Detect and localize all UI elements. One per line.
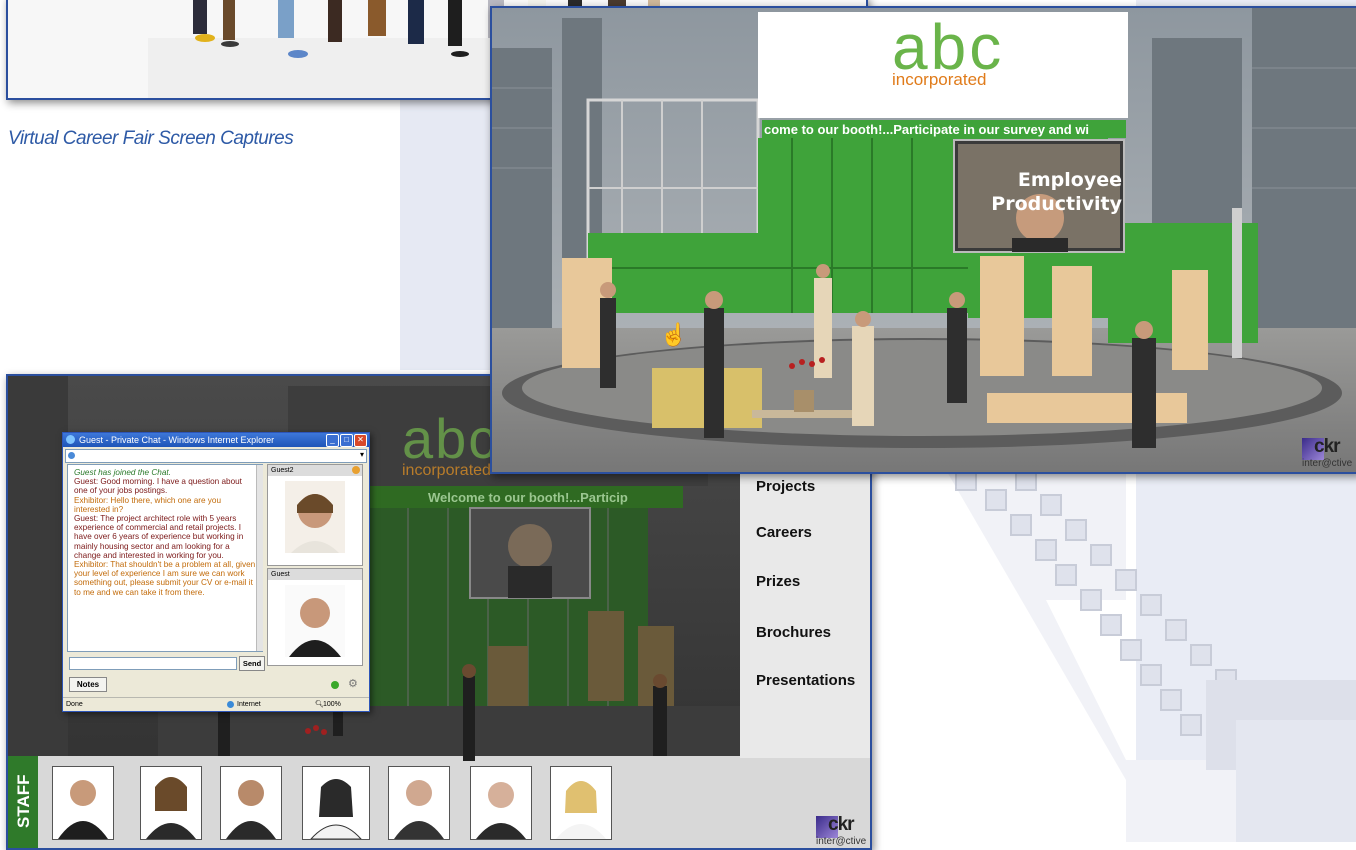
booth-screenshot: abc incorporated come to our booth!...Pa… <box>490 6 1356 474</box>
page-icon <box>68 452 75 459</box>
internet-zone-icon <box>227 701 234 708</box>
abc-logo-top: abc incorporated <box>892 11 1005 89</box>
address-dropdown-icon[interactable]: ▾ <box>360 450 364 459</box>
chat-titlebar[interactable]: Guest - Private Chat - Windows Internet … <box>63 433 369 447</box>
nav-careers[interactable]: Careers <box>756 524 812 541</box>
ticker-bottom: Welcome to our booth!...Particip <box>428 490 628 505</box>
notes-button[interactable]: Notes <box>69 677 107 692</box>
chat-title: Guest - Private Chat - Windows Internet … <box>79 435 275 445</box>
page-caption: Virtual Career Fair Screen Captures <box>8 128 294 149</box>
maximize-button[interactable]: □ <box>340 434 353 447</box>
booth-nav-panel: Projects Careers Prizes Brochures Presen… <box>740 468 870 758</box>
zoom-level[interactable]: 100% <box>323 698 341 711</box>
chat-scrollbar[interactable] <box>256 465 263 651</box>
hand-cursor-icon: ☝ <box>660 322 688 347</box>
nav-prizes[interactable]: Prizes <box>756 573 800 590</box>
screen-title-line-2: Productivity <box>991 193 1122 215</box>
ckr-logo-top: ckr inter@ctive <box>1302 436 1353 469</box>
abc-logo-bottom: abc incorporated <box>402 407 499 480</box>
ie-icon <box>66 435 75 444</box>
ckr-logo-bottom: ckr inter@ctive <box>816 814 867 847</box>
chat-message: Guest: The project architect role with 5… <box>74 514 244 560</box>
staff-photo-1[interactable] <box>52 766 114 840</box>
staff-label: STAFF <box>14 774 33 828</box>
staff-photo-2[interactable] <box>140 766 202 840</box>
online-status-icon <box>331 681 339 689</box>
address-bar[interactable]: ▾ <box>65 449 367 463</box>
participant-card-guest2[interactable]: Guest2 <box>267 464 363 566</box>
ticker-top: come to our booth!...Participate in our … <box>764 122 1090 137</box>
message-input[interactable] <box>69 657 237 670</box>
nav-projects[interactable]: Projects <box>756 478 815 495</box>
participant-card-guest[interactable]: Guest <box>267 568 363 666</box>
staff-photo-5[interactable] <box>388 766 450 840</box>
nav-presentations[interactable]: Presentations <box>756 672 855 689</box>
private-chat-window[interactable]: Guest - Private Chat - Windows Internet … <box>62 432 370 712</box>
staff-photo-4[interactable] <box>302 766 370 840</box>
background-panel-left <box>400 90 498 370</box>
participant-name: Guest2 <box>268 465 362 476</box>
user-status-icon <box>352 466 360 474</box>
status-bar: Done Internet 🔍︎ 100% <box>63 697 369 711</box>
participant-photo <box>285 481 345 553</box>
chat-message: Guest: Good morning. I have a question a… <box>74 477 242 496</box>
settings-wrench-icon[interactable]: ⚙ <box>348 677 358 690</box>
screen-title: Employee Productivity <box>982 168 1122 216</box>
participant-photo <box>285 585 345 657</box>
send-button[interactable]: Send <box>239 656 265 671</box>
status-text: Done <box>66 701 83 708</box>
close-button[interactable]: ✕ <box>354 434 367 447</box>
chat-message: Exhibitor: Hello there, which one are yo… <box>74 495 221 514</box>
staff-photo-3[interactable] <box>220 766 282 840</box>
minimize-button[interactable]: _ <box>326 434 339 447</box>
staff-strip: STAFF <box>8 756 870 848</box>
staff-photo-7[interactable] <box>550 766 612 840</box>
chat-message: Exhibitor: That shouldn't be a problem a… <box>74 560 256 597</box>
chat-message: Guest has joined the Chat. <box>74 468 171 477</box>
internet-zone-label: Internet <box>237 701 261 708</box>
participant-name: Guest <box>268 569 362 580</box>
screen-title-line-1: Employee <box>1017 169 1122 191</box>
chat-messages: Guest has joined the Chat. Guest: Good m… <box>67 464 263 652</box>
staff-photo-6[interactable] <box>470 766 532 840</box>
nav-brochures[interactable]: Brochures <box>756 624 831 641</box>
